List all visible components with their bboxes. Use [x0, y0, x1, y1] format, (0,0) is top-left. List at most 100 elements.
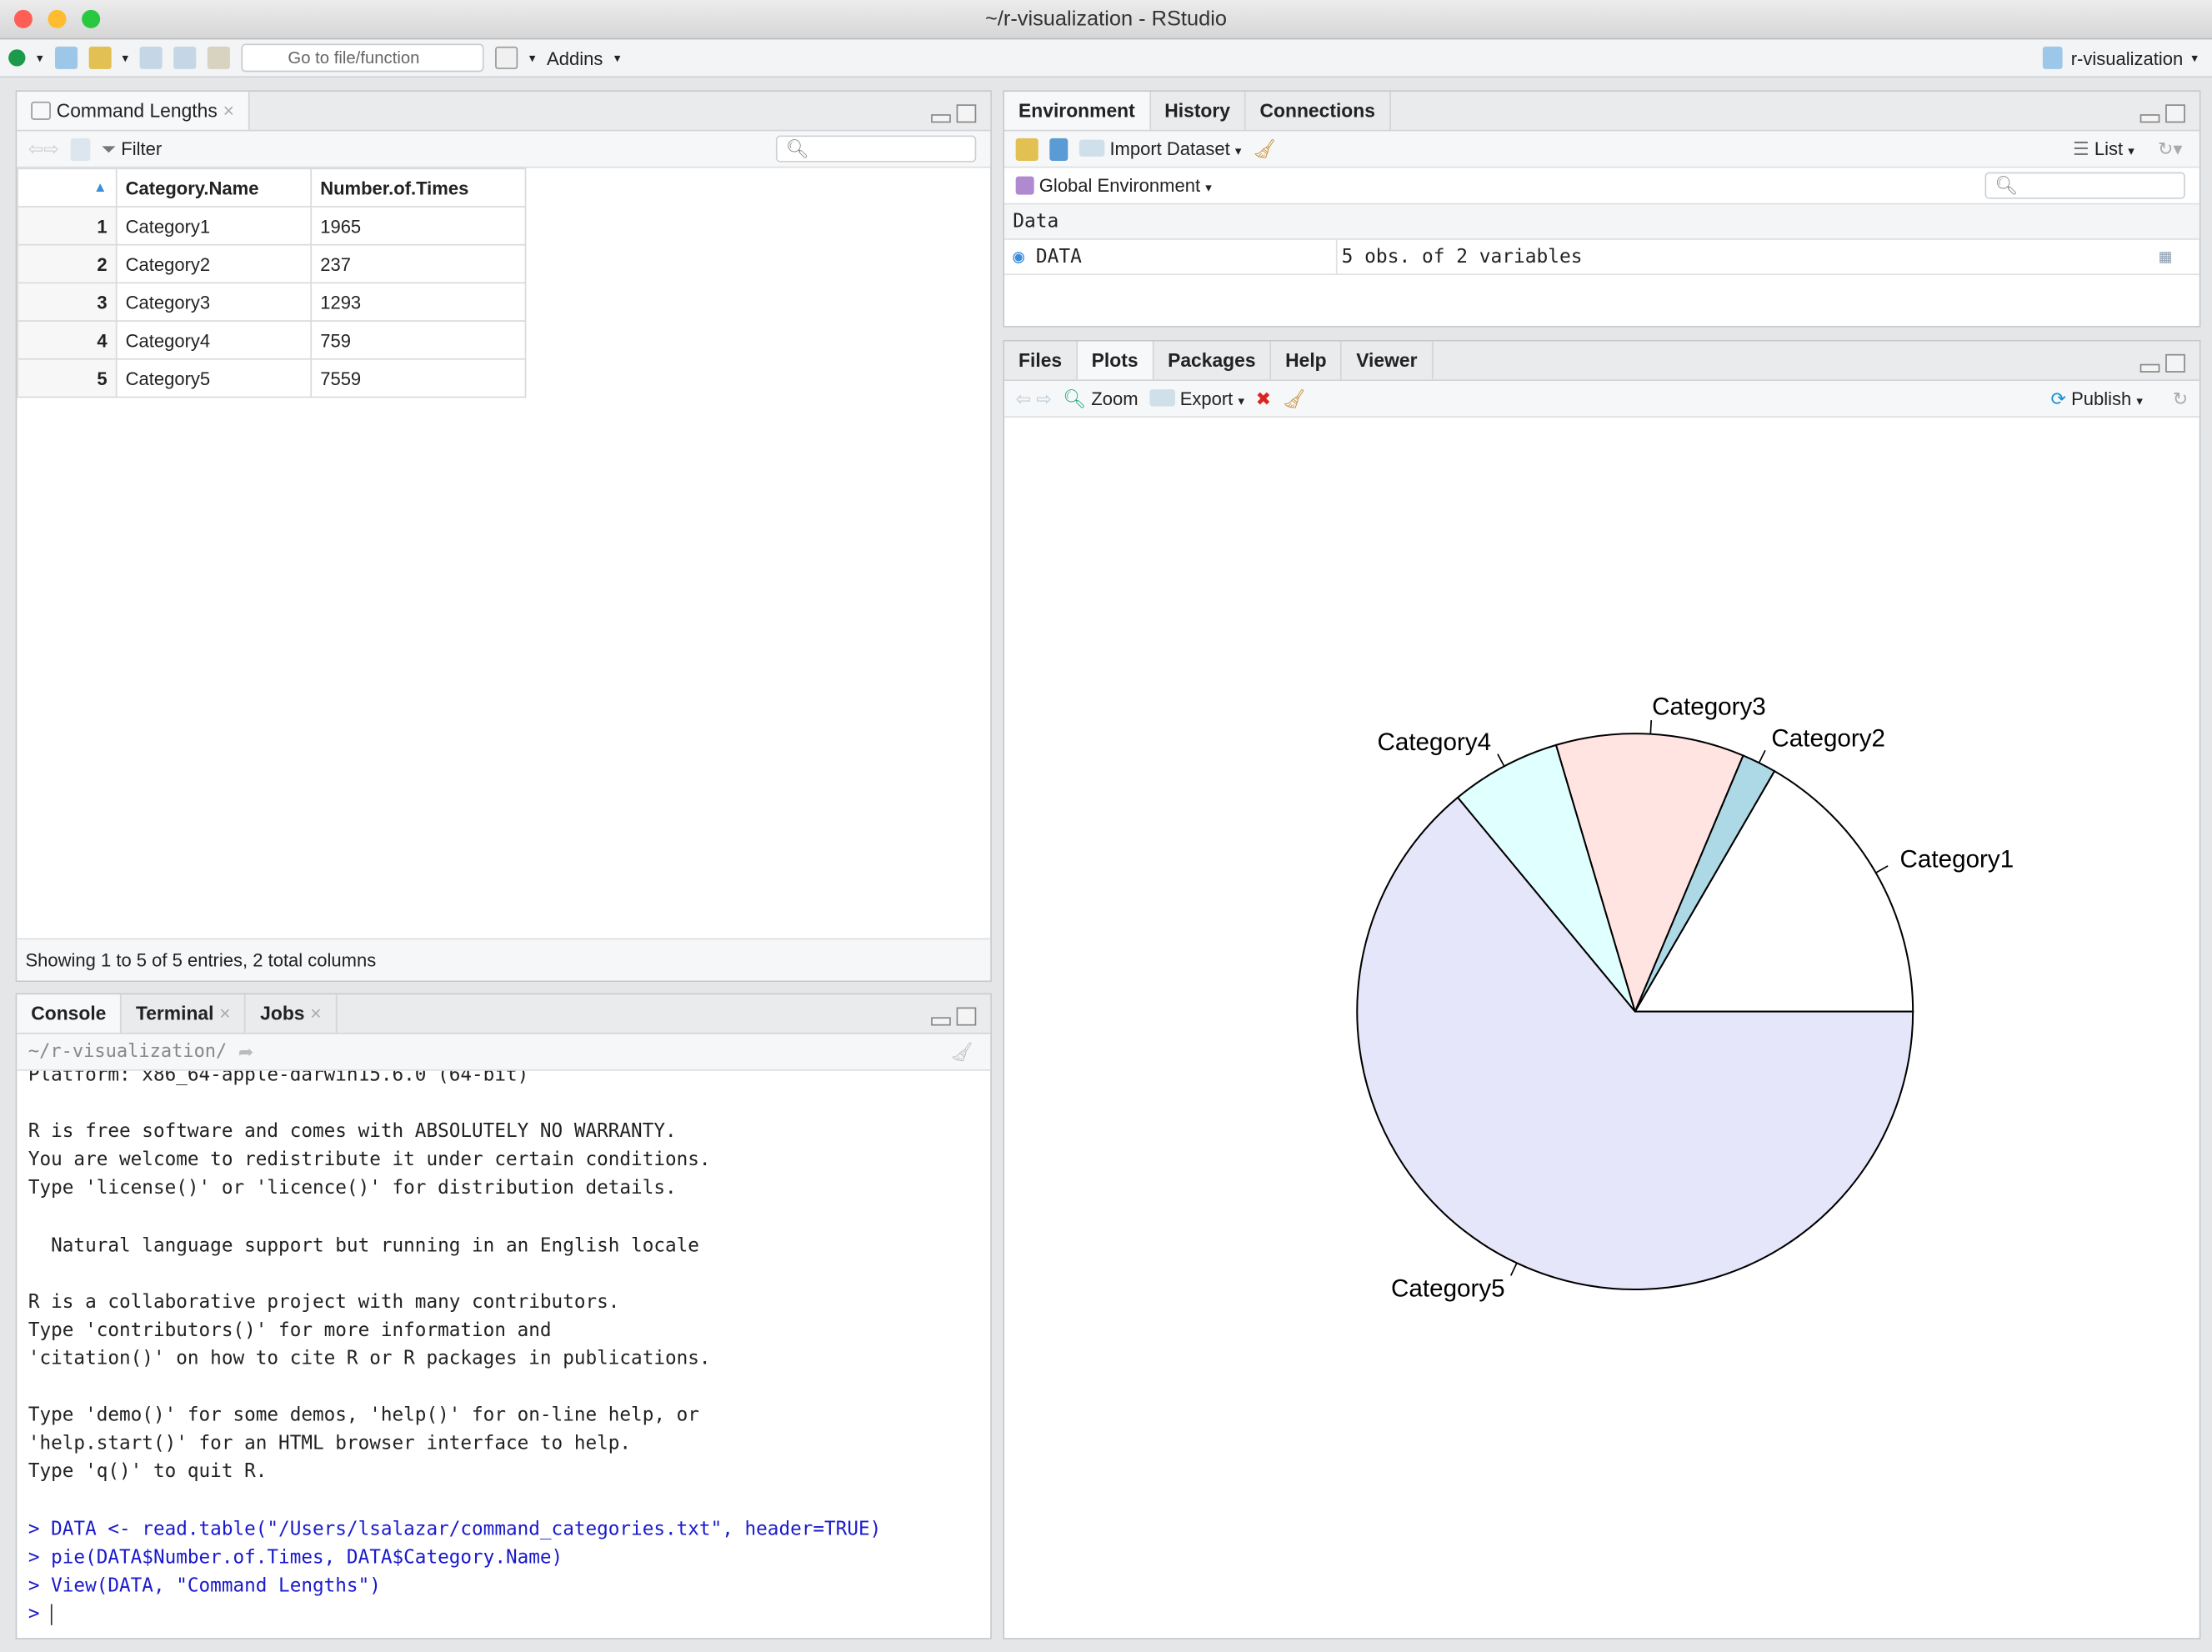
console-command: > View(DATA, "Command Lengths"): [28, 1575, 381, 1597]
maximize-pane-icon[interactable]: [956, 1007, 977, 1026]
maximize-pane-icon[interactable]: [2165, 353, 2185, 373]
broom-icon[interactable]: 🧹︎: [1253, 138, 1276, 160]
minimize-pane-icon[interactable]: [931, 1017, 951, 1026]
filter-button[interactable]: ⏷ Filter: [102, 138, 163, 160]
environment-search-input[interactable]: 🔍︎: [1984, 172, 2185, 199]
window-title: ~/r-visualization - RStudio: [984, 7, 1227, 32]
view-table-icon[interactable]: ▦: [2159, 240, 2171, 275]
save-all-icon[interactable]: [173, 46, 197, 69]
list-icon: ☰: [2072, 138, 2089, 159]
magnifier-icon: 🔍︎: [1063, 387, 1087, 409]
console-prompt[interactable]: >: [28, 1601, 979, 1627]
load-workspace-icon[interactable]: [1015, 138, 1038, 161]
publish-icon: ⟳: [2050, 387, 2066, 409]
table-row[interactable]: 2 Category2 237: [17, 243, 527, 284]
main-toolbar: ▾ ▾ Go to file/function ▾ Addins ▾ r-visu…: [0, 39, 2212, 78]
environment-selector[interactable]: Global Environment ▾: [1015, 175, 1212, 196]
open-file-icon[interactable]: [88, 46, 111, 69]
broom-icon[interactable]: 🧹︎: [950, 1040, 973, 1063]
tab-history[interactable]: History: [1150, 92, 1246, 130]
column-header[interactable]: Category.Name: [115, 168, 313, 208]
close-icon[interactable]: ×: [223, 100, 234, 121]
table-row[interactable]: 1 Category1 1965: [17, 206, 527, 246]
tab-connections[interactable]: Connections: [1245, 92, 1391, 130]
tab-plots[interactable]: Plots: [1077, 341, 1154, 380]
data-table: ▲ Category.Name Number.of.Times 1 Categor…: [17, 168, 527, 398]
console-output[interactable]: Platform: x86_64-apple-darwin15.6.0 (64-…: [17, 1063, 990, 1627]
table-row[interactable]: 3 Category3 1293: [17, 282, 527, 322]
publish-button[interactable]: ⟳ Publish ▾: [2050, 388, 2143, 410]
zoom-button[interactable]: [82, 9, 101, 28]
tab-viewer[interactable]: Viewer: [1342, 341, 1434, 380]
back-forward-icon[interactable]: ⇦ ⇨: [1016, 388, 1052, 410]
table-cell: 237: [310, 243, 527, 284]
save-workspace-icon[interactable]: [1049, 138, 1068, 161]
tab-environment[interactable]: Environment: [1004, 92, 1151, 130]
export-button[interactable]: Export ▾: [1149, 388, 1244, 409]
console-command: > DATA <- read.table("/Users/lsalazar/co…: [28, 1519, 882, 1540]
minimize-button[interactable]: [48, 9, 67, 28]
pane-controls[interactable]: [931, 104, 977, 123]
list-view-button[interactable]: ☰ List ▾: [2073, 138, 2134, 160]
variable-row[interactable]: ◉ DATA 5 obs. of 2 variables ▦: [1004, 239, 2199, 276]
label-leader-line: [1497, 753, 1505, 767]
chevron-down-icon[interactable]: ▾: [37, 50, 43, 66]
tab-help[interactable]: Help: [1271, 341, 1343, 380]
working-directory: ~/r-visualization/: [28, 1041, 228, 1063]
chevron-down-icon: ▾: [2191, 50, 2199, 65]
remove-plot-icon[interactable]: ✖: [1256, 388, 1271, 410]
expand-icon[interactable]: ◉: [1013, 246, 1024, 268]
table-cell: Category1: [115, 206, 313, 246]
sort-icon[interactable]: ▲: [17, 168, 118, 208]
minimize-pane-icon[interactable]: [2139, 363, 2160, 373]
minimize-pane-icon[interactable]: [2139, 114, 2160, 123]
table-search-input[interactable]: 🔍︎: [775, 135, 977, 163]
chevron-down-icon: ▾: [2128, 143, 2134, 158]
table-cell: 1293: [310, 282, 527, 322]
project-menu[interactable]: r-visualization ▾: [2042, 46, 2199, 69]
new-project-icon[interactable]: [54, 46, 78, 69]
tab-console[interactable]: Console: [17, 994, 123, 1033]
console-line: Type 'q()' to quit R.: [28, 1462, 268, 1484]
back-forward-icon[interactable]: ⇦⇨: [28, 138, 59, 160]
new-file-icon[interactable]: [8, 49, 26, 67]
import-dataset-button[interactable]: Import Dataset ▾: [1078, 138, 1242, 159]
chevron-down-icon[interactable]: ▾: [614, 50, 621, 66]
table-row[interactable]: 4 Category4 759: [17, 320, 527, 360]
column-header[interactable]: Number.of.Times: [310, 168, 527, 208]
close-icon[interactable]: ×: [219, 1003, 230, 1024]
zoom-button[interactable]: 🔍︎ Zoom: [1063, 388, 1138, 410]
close-button[interactable]: [13, 9, 33, 28]
chevron-down-icon[interactable]: ▾: [529, 50, 536, 66]
tab-jobs[interactable]: Jobs ×: [246, 994, 338, 1033]
go-to-file-input[interactable]: Go to file/function: [241, 43, 484, 73]
broom-icon[interactable]: 🧹︎: [1283, 388, 1306, 410]
tab-command-lengths[interactable]: Command Lengths ×: [17, 92, 250, 130]
print-icon[interactable]: [207, 46, 230, 69]
label-leader-line: [1509, 1262, 1518, 1276]
save-icon[interactable]: [139, 46, 163, 69]
close-icon[interactable]: ×: [310, 1003, 321, 1024]
tab-files[interactable]: Files: [1004, 341, 1078, 380]
tab-packages[interactable]: Packages: [1154, 341, 1272, 380]
addins-menu[interactable]: Addins: [547, 48, 603, 68]
tab-terminal[interactable]: Terminal ×: [122, 994, 247, 1033]
search-icon: 🔍︎: [785, 138, 809, 160]
popout-icon[interactable]: [70, 138, 90, 161]
table-row[interactable]: 5 Category5 7559: [17, 358, 527, 398]
chevron-down-icon[interactable]: ▾: [122, 50, 128, 66]
refresh-icon[interactable]: ↻: [2173, 388, 2188, 410]
table-cell: 759: [310, 320, 527, 360]
maximize-pane-icon[interactable]: [956, 104, 977, 123]
go-to-directory-icon[interactable]: ➦: [238, 1040, 253, 1063]
layout-grid-icon[interactable]: [495, 46, 518, 69]
console-line: Type 'license()' or 'licence()' for dist…: [28, 1178, 677, 1200]
plots-pane: Files Plots Packages Help Viewer ⇦ ⇨ 🔍︎ …: [1003, 339, 2201, 1639]
refresh-icon[interactable]: ↻▾: [2158, 138, 2182, 160]
minimize-pane-icon[interactable]: [931, 114, 951, 123]
maximize-pane-icon[interactable]: [2165, 104, 2185, 123]
